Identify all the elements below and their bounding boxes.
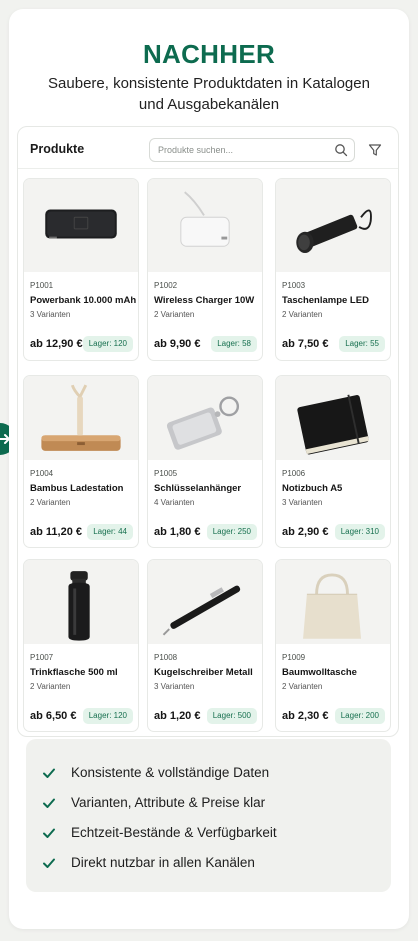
stock-badge: Lager: 310 <box>334 524 385 540</box>
product-image <box>276 179 390 272</box>
product-variants: 2 Varianten <box>282 682 323 691</box>
product-price: ab 9,90 € <box>154 338 201 350</box>
product-sku: P1002 <box>154 281 178 290</box>
check-icon <box>43 858 55 868</box>
panel-title: Produkte <box>30 142 85 156</box>
product-image <box>276 560 390 644</box>
product-image <box>24 179 138 272</box>
product-name: Powerbank 10.000 mAh <box>30 295 137 306</box>
flashlight-image <box>296 209 372 254</box>
product-price: ab 11,20 € <box>30 526 82 538</box>
benefits-box: Konsistente & vollständige Daten Variant… <box>26 739 391 892</box>
product-image <box>24 560 138 644</box>
pen-image <box>162 585 241 636</box>
product-name: Taschenlampe LED <box>282 295 369 306</box>
stock-badge: Lager: 44 <box>87 524 133 540</box>
product-sku: P1003 <box>282 281 306 290</box>
stock-badge: Lager: 58 <box>211 336 257 352</box>
product-card[interactable]: P1004 Bambus Ladestation 2 Varianten ab … <box>23 375 139 548</box>
product-card[interactable]: P1006 Notizbuch A5 3 Varianten ab 2,90 €… <box>275 375 391 548</box>
product-price: ab 7,50 € <box>282 338 329 350</box>
product-sku: P1001 <box>30 281 54 290</box>
product-sku: P1009 <box>282 653 306 662</box>
stock-badge: Lager: 120 <box>82 336 133 352</box>
panel-header: Produkte Produkte suchen... <box>18 127 398 169</box>
stock-badge: Lager: 120 <box>82 708 133 724</box>
product-card[interactable]: P1007 Trinkflasche 500 ml 2 Varianten ab… <box>23 559 139 732</box>
stock-badge: Lager: 500 <box>206 708 257 724</box>
product-price: ab 12,90 € <box>30 338 83 350</box>
product-card[interactable]: P1009 Baumwolltasche 2 Varianten ab 2,30… <box>275 559 391 732</box>
check-icon <box>43 798 55 808</box>
product-image <box>148 560 262 644</box>
product-name: Kugelschreiber Metall <box>154 667 253 678</box>
search-input[interactable]: Produkte suchen... <box>149 138 355 162</box>
benefit-text: Direkt nutzbar in allen Kanälen <box>71 855 255 870</box>
keychain-image <box>166 396 240 450</box>
product-card[interactable]: P1008 Kugelschreiber Metall 3 Varianten … <box>147 559 263 732</box>
tote-bag-image <box>303 573 362 639</box>
product-sku: P1006 <box>282 469 306 478</box>
page-subtitle: Saubere, konsistente Produktdaten in Kat… <box>48 75 370 113</box>
product-name: Wireless Charger 10W <box>154 295 255 306</box>
products-panel: Produkte Produkte suchen... P1001 Powerb… <box>17 126 399 737</box>
product-variants: 2 Varianten <box>30 498 71 507</box>
check-icon <box>43 768 55 778</box>
product-variants: 3 Varianten <box>154 682 195 691</box>
benefit-text: Konsistente & vollständige Daten <box>71 765 270 780</box>
product-variants: 2 Varianten <box>154 310 195 319</box>
product-image <box>24 376 138 460</box>
product-sku: P1007 <box>30 653 54 662</box>
search-icon[interactable] <box>334 143 348 157</box>
after-card: NACHHER Saubere, konsistente Produktdate… <box>9 9 409 929</box>
benefit-text: Echtzeit-Bestände & Verfügbarkeit <box>71 825 277 840</box>
product-sku: P1008 <box>154 653 178 662</box>
stock-badge: Lager: 250 <box>206 524 257 540</box>
product-variants: 2 Varianten <box>30 682 71 691</box>
product-sku: P1005 <box>154 469 178 478</box>
product-variants: 2 Varianten <box>282 310 323 319</box>
bamboo-station-image <box>41 384 121 451</box>
product-card[interactable]: P1003 Taschenlampe LED 2 Varianten ab 7,… <box>275 178 391 361</box>
wireless-charger-image <box>180 191 230 247</box>
check-icon <box>43 828 55 838</box>
product-name: Trinkflasche 500 ml <box>30 667 118 678</box>
product-price: ab 2,90 € <box>282 526 329 538</box>
product-name: Baumwolltasche <box>282 667 357 678</box>
stock-badge: Lager: 55 <box>339 336 385 352</box>
product-image <box>148 179 262 272</box>
page-title: NACHHER <box>142 39 276 69</box>
filter-icon[interactable] <box>368 143 382 157</box>
benefit-text: Varianten, Attribute & Preise klar <box>71 795 266 810</box>
product-price: ab 6,50 € <box>30 710 77 722</box>
stock-badge: Lager: 200 <box>334 708 385 724</box>
product-variants: 3 Varianten <box>282 498 323 507</box>
product-card[interactable]: P1002 Wireless Charger 10W 2 Varianten a… <box>147 178 263 361</box>
product-name: Bambus Ladestation <box>30 483 124 494</box>
notebook-image <box>297 394 370 455</box>
product-name: Notizbuch A5 <box>282 483 343 494</box>
product-card[interactable]: P1001 Powerbank 10.000 mAh 3 Varianten a… <box>23 178 139 361</box>
product-price: ab 1,20 € <box>154 710 201 722</box>
search-placeholder: Produkte suchen... <box>158 145 234 155</box>
bottle-image <box>68 571 90 641</box>
product-price: ab 2,30 € <box>282 710 329 722</box>
product-price: ab 1,80 € <box>154 526 201 538</box>
product-variants: 4 Varianten <box>154 498 195 507</box>
powerbank-image <box>45 209 117 239</box>
product-image <box>148 376 262 460</box>
product-name: Schlüsselanhänger <box>154 483 242 494</box>
product-sku: P1004 <box>30 469 54 478</box>
product-image <box>276 376 390 460</box>
product-variants: 3 Varianten <box>30 310 71 319</box>
product-card[interactable]: P1005 Schlüsselanhänger 4 Varianten ab 1… <box>147 375 263 548</box>
